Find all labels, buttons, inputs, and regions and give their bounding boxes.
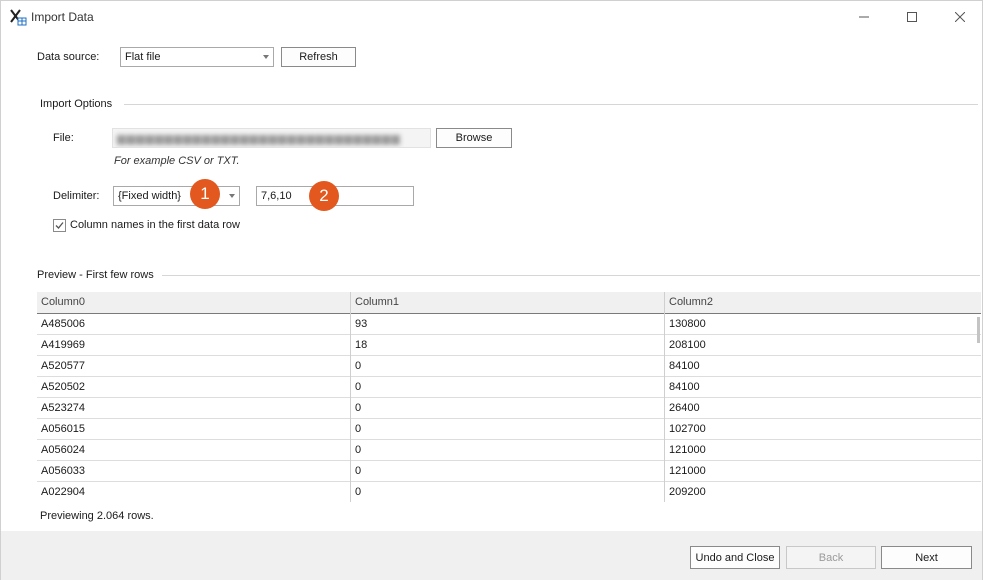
table-cell: 18 xyxy=(350,335,664,356)
delimiter-select[interactable]: {Fixed width} xyxy=(113,186,240,206)
table-cell: 0 xyxy=(350,440,664,461)
step-badge-1: 1 xyxy=(190,179,220,209)
import-options-heading: Import Options xyxy=(40,98,113,110)
table-cell: A419969 xyxy=(41,339,86,351)
preview-scrollbar-thumb[interactable] xyxy=(977,317,980,343)
column-widths-value: 7,6,10 xyxy=(261,190,292,202)
table-cell: 209200 xyxy=(664,482,981,502)
preview-divider xyxy=(162,275,980,276)
maximize-icon xyxy=(907,12,917,22)
table-cell: A022904 xyxy=(41,486,86,498)
table-row[interactable]: A520502 0 84100 xyxy=(37,377,981,398)
import-options-divider xyxy=(124,104,978,105)
table-cell: 26400 xyxy=(664,398,981,419)
minimize-icon xyxy=(859,16,869,18)
chevron-down-icon xyxy=(263,55,269,59)
undo-and-close-button[interactable]: Undo and Close xyxy=(690,546,780,569)
table-row[interactable]: A419969 18 208100 xyxy=(37,335,981,356)
table-cell: 0 xyxy=(350,482,664,502)
refresh-button[interactable]: Refresh xyxy=(281,47,356,67)
next-button[interactable]: Next xyxy=(881,546,972,569)
window-title: Import Data xyxy=(31,10,94,24)
table-row[interactable]: A056015 0 102700 xyxy=(37,419,981,440)
table-row[interactable]: A485006 93 130800 xyxy=(37,314,981,335)
import-data-window: Import Data Data source: Flat file Refre… xyxy=(0,0,983,580)
preview-grid[interactable]: Column0 Column1 Column2 A485006 93 13080… xyxy=(37,292,981,502)
data-source-value: Flat file xyxy=(125,51,161,63)
file-hint: For example CSV or TXT. xyxy=(114,155,240,167)
table-cell: 208100 xyxy=(664,335,981,356)
table-row[interactable]: A056024 0 121000 xyxy=(37,440,981,461)
column-names-checkbox[interactable] xyxy=(53,219,66,232)
chevron-down-icon xyxy=(229,194,235,198)
table-cell: 121000 xyxy=(664,461,981,482)
app-logo-icon xyxy=(9,8,27,26)
table-cell: A056033 xyxy=(41,465,86,477)
table-cell: 102700 xyxy=(664,419,981,440)
table-row[interactable]: A056033 0 121000 xyxy=(37,461,981,482)
step-badge-2: 2 xyxy=(309,181,339,211)
table-cell: 84100 xyxy=(664,377,981,398)
checkmark-icon xyxy=(55,222,64,229)
table-cell: 84100 xyxy=(664,356,981,377)
browse-button[interactable]: Browse xyxy=(436,128,512,148)
preview-status: Previewing 2.064 rows. xyxy=(40,510,154,522)
column-header[interactable]: Column1 xyxy=(350,292,664,314)
table-cell: 121000 xyxy=(664,440,981,461)
table-cell: 93 xyxy=(350,314,664,335)
file-label: File: xyxy=(53,132,74,144)
table-row[interactable]: A523274 0 26400 xyxy=(37,398,981,419)
table-cell: A485006 xyxy=(41,318,86,330)
table-row[interactable]: A022904 0 209200 xyxy=(37,482,981,502)
table-cell: 0 xyxy=(350,461,664,482)
data-source-select[interactable]: Flat file xyxy=(120,47,274,67)
title-bar: Import Data xyxy=(1,1,982,33)
column-names-label[interactable]: Column names in the first data row xyxy=(70,219,240,231)
table-cell: A056015 xyxy=(41,423,86,435)
table-cell: 130800 xyxy=(664,314,981,335)
close-button[interactable] xyxy=(937,1,983,33)
table-cell: 0 xyxy=(350,356,664,377)
file-path-redacted: ▆▆▆▆▆▆▆▆▆▆▆▆▆▆▆▆▆▆▆▆▆▆▆▆▆▆▆▆▆▆ xyxy=(117,133,401,145)
table-row[interactable]: A520577 0 84100 xyxy=(37,356,981,377)
file-path-field[interactable]: ▆▆▆▆▆▆▆▆▆▆▆▆▆▆▆▆▆▆▆▆▆▆▆▆▆▆▆▆▆▆ xyxy=(112,128,431,148)
table-cell: A520502 xyxy=(41,381,86,393)
table-cell: 0 xyxy=(350,377,664,398)
column-header[interactable]: Column2 xyxy=(664,292,981,314)
data-source-label: Data source: xyxy=(37,51,100,63)
column-header[interactable]: Column0 xyxy=(37,292,350,314)
close-icon xyxy=(955,12,965,22)
delimiter-value: {Fixed width} xyxy=(118,190,181,202)
delimiter-label: Delimiter: xyxy=(53,190,100,202)
table-cell: A056024 xyxy=(41,444,86,456)
minimize-button[interactable] xyxy=(841,1,887,33)
table-cell: A523274 xyxy=(41,402,86,414)
table-cell: A520577 xyxy=(41,360,86,372)
back-button[interactable]: Back xyxy=(786,546,876,569)
maximize-button[interactable] xyxy=(889,1,935,33)
table-cell: 0 xyxy=(350,419,664,440)
table-cell: 0 xyxy=(350,398,664,419)
preview-grid-header: Column0 Column1 Column2 xyxy=(37,292,981,314)
preview-heading: Preview - First few rows xyxy=(37,269,154,281)
